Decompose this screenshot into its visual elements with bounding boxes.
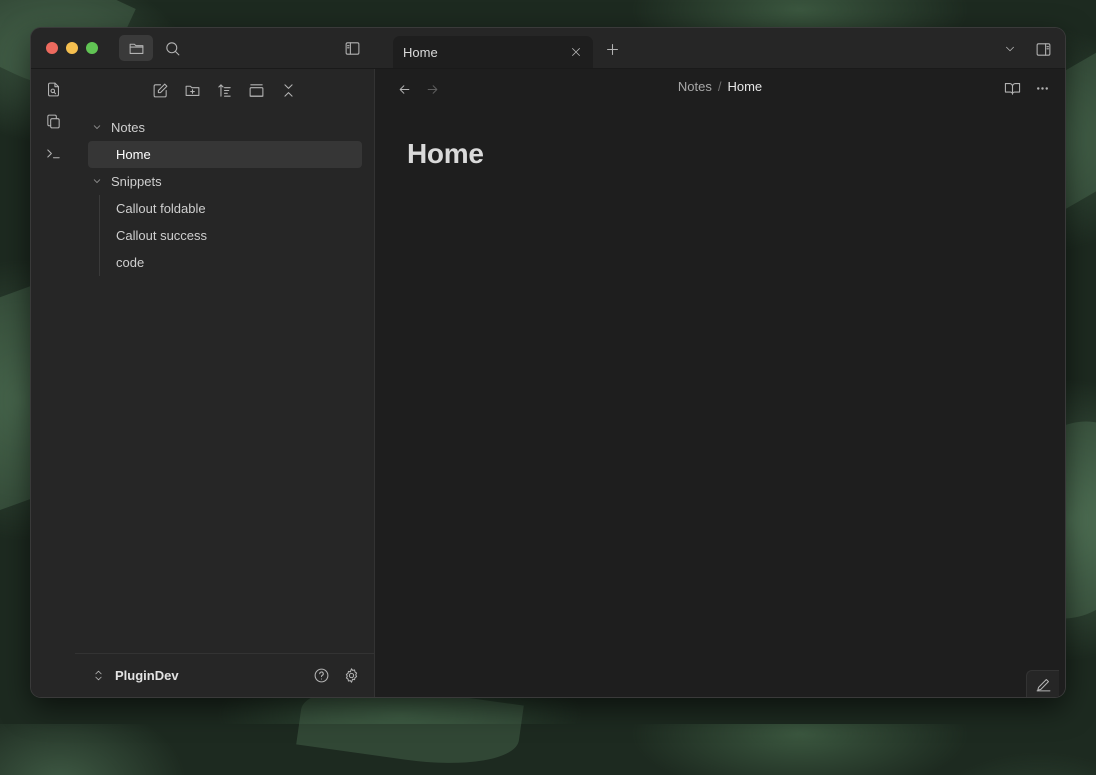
auto-reveal-button[interactable]	[242, 78, 270, 102]
window-minimize-button[interactable]	[66, 42, 78, 54]
tab-home[interactable]: Home	[393, 36, 593, 68]
vault-switcher-button[interactable]	[87, 664, 109, 686]
copy-icon	[46, 114, 60, 128]
open-quick-switcher-icon	[47, 82, 59, 96]
chevrons-up-down-icon	[94, 670, 102, 680]
gear-icon	[345, 667, 357, 683]
window-zoom-button[interactable]	[86, 42, 98, 54]
ribbon	[31, 69, 76, 697]
copy-button[interactable]	[41, 109, 65, 133]
right-sidebar-icon	[1036, 42, 1050, 56]
help-icon	[314, 668, 328, 682]
folder-children: Callout foldable Callout success code	[99, 195, 362, 276]
more-horizontal-icon	[1036, 86, 1048, 90]
more-options-button[interactable]	[1028, 76, 1056, 100]
chevron-down-icon	[91, 175, 105, 189]
breadcrumb-parent[interactable]: Notes	[678, 79, 712, 94]
help-button[interactable]	[308, 663, 334, 687]
new-folder-button[interactable]	[178, 78, 206, 102]
search-icon	[165, 41, 179, 55]
tab-list-button[interactable]	[997, 36, 1023, 62]
chevron-down-icon	[91, 121, 105, 135]
vault-footer: PluginDev	[75, 653, 374, 697]
quick-switcher-button[interactable]	[41, 77, 65, 101]
close-icon	[572, 48, 580, 56]
sort-icon	[217, 83, 231, 97]
file-item-callout-foldable[interactable]: Callout foldable	[88, 195, 362, 222]
tab-close-button[interactable]	[565, 41, 587, 63]
edit-mode-button[interactable]	[1026, 670, 1059, 697]
file-tree: Notes Home Snippets Callout foldable Cal…	[87, 114, 362, 276]
vault-name[interactable]: PluginDev	[115, 668, 179, 683]
folder-label: Notes	[111, 120, 145, 135]
folder-icon	[129, 43, 143, 54]
file-explorer-sidebar: Notes Home Snippets Callout foldable Cal…	[75, 69, 375, 697]
breadcrumb: Notes / Home	[375, 79, 1065, 94]
file-explorer-button[interactable]	[119, 35, 153, 61]
breadcrumb-separator: /	[717, 79, 722, 94]
collapse-all-icon	[283, 83, 293, 97]
settings-button[interactable]	[338, 663, 364, 687]
terminal-button[interactable]	[41, 141, 65, 165]
search-button[interactable]	[157, 35, 187, 61]
toggle-right-sidebar-button[interactable]	[1029, 36, 1057, 62]
book-open-icon	[1004, 82, 1020, 95]
new-note-icon	[153, 83, 167, 97]
toggle-left-sidebar-button[interactable]	[337, 35, 367, 61]
new-note-button[interactable]	[146, 78, 174, 102]
note-title[interactable]: Home	[407, 138, 484, 170]
folder-children: Home	[88, 141, 362, 168]
editor-pane: Notes / Home Home	[375, 69, 1065, 697]
file-item-home[interactable]: Home	[88, 141, 362, 168]
new-tab-button[interactable]	[599, 36, 625, 62]
auto-reveal-icon	[249, 83, 263, 97]
pencil-icon	[1036, 678, 1050, 691]
file-item-code[interactable]: code	[88, 249, 362, 276]
app-window: Home Notes Home Snippets Callout foldabl…	[31, 28, 1065, 697]
window-close-button[interactable]	[46, 42, 58, 54]
terminal-icon	[46, 148, 60, 158]
breadcrumb-current[interactable]: Home	[727, 79, 762, 94]
tab-label: Home	[403, 45, 438, 60]
collapse-all-button[interactable]	[274, 78, 302, 102]
folder-label: Snippets	[111, 174, 162, 189]
new-folder-icon	[185, 85, 199, 96]
folder-snippets[interactable]: Snippets	[87, 168, 362, 195]
title-bar: Home	[31, 28, 1065, 69]
plus-icon	[606, 43, 618, 55]
chevron-down-icon	[1006, 46, 1014, 52]
file-item-callout-success[interactable]: Callout success	[88, 222, 362, 249]
sort-button[interactable]	[210, 78, 238, 102]
sidebar-toggle-icon	[345, 41, 359, 55]
folder-notes[interactable]: Notes	[87, 114, 362, 141]
reading-view-button[interactable]	[998, 76, 1026, 100]
